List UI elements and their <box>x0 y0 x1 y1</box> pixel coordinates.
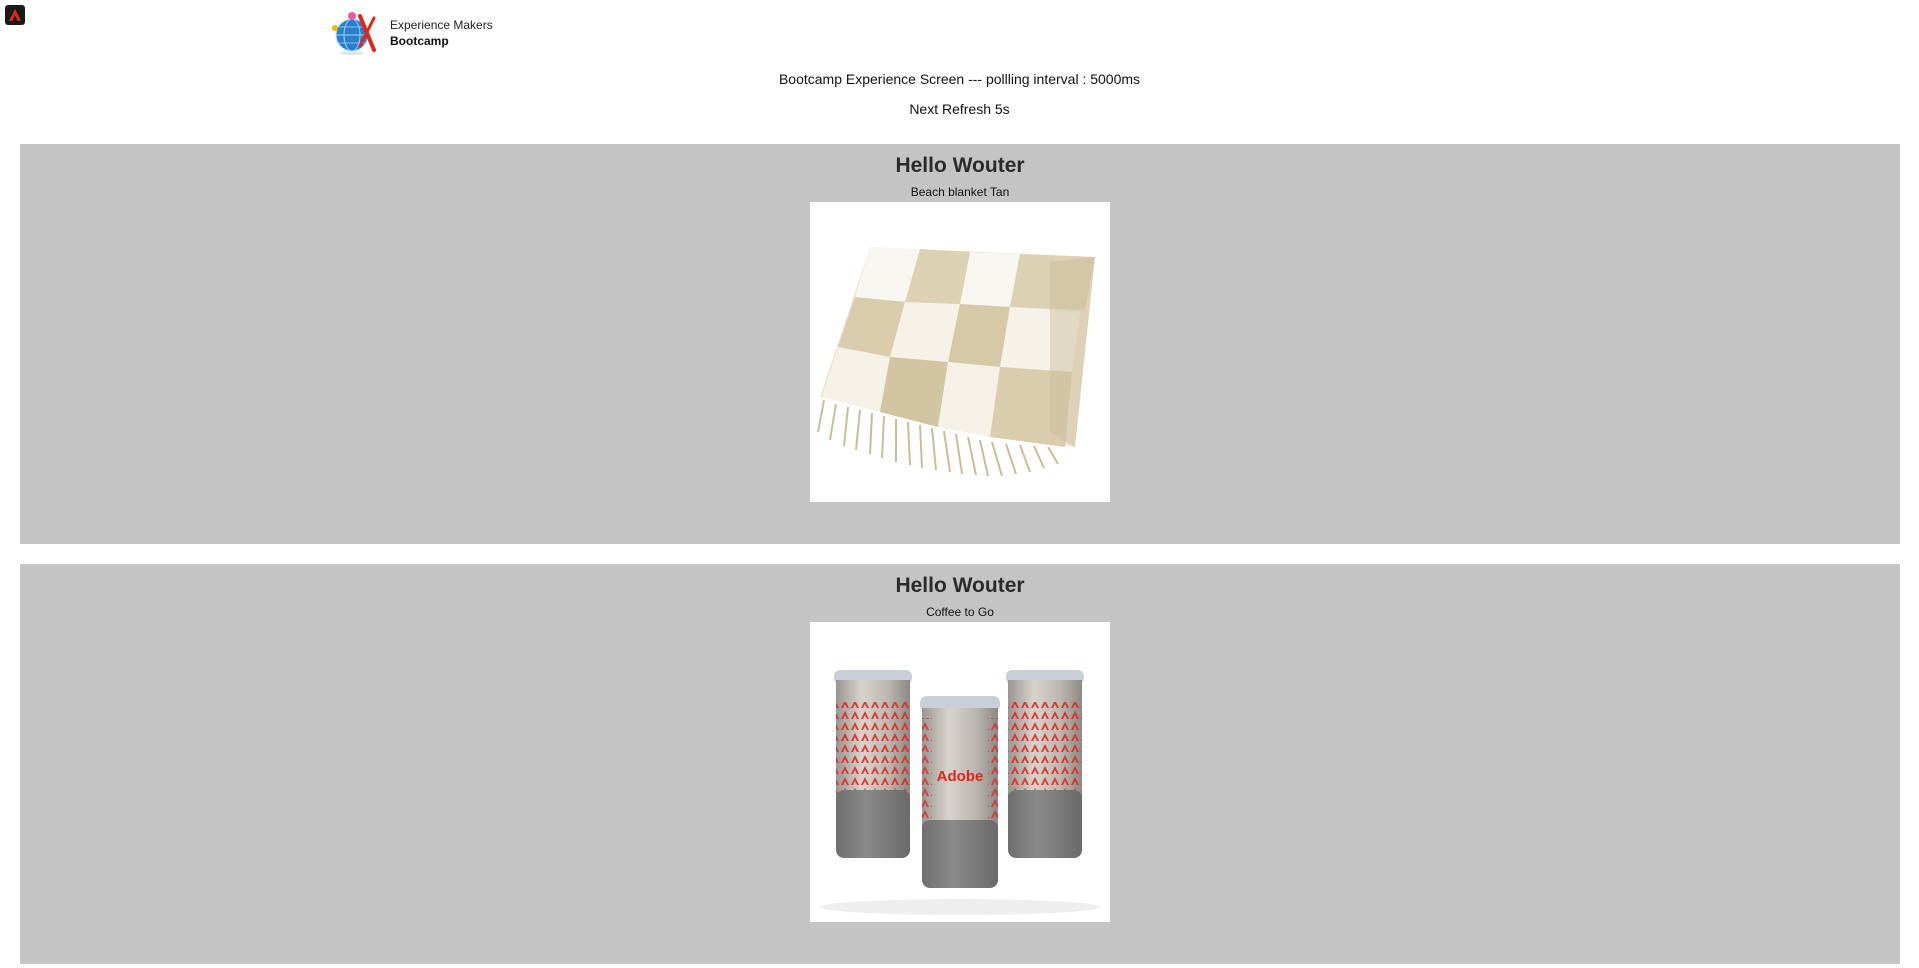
offer-card: Hello Wouter Beach blanket Tan <box>20 144 1900 544</box>
card-greeting: Hello Wouter <box>895 574 1025 597</box>
card-product-name: Beach blanket Tan <box>910 185 1010 199</box>
card-product-name: Coffee to Go <box>926 605 994 619</box>
offer-card: Hello Wouter Coffee to Go Adobe <box>20 564 1900 964</box>
polling-status-text: Bootcamp Experience Screen --- pollling … <box>778 71 1141 87</box>
globe-logo-icon <box>330 10 378 56</box>
beach-blanket-image <box>810 202 1110 502</box>
brand-title-line1: Experience Makers <box>390 18 493 32</box>
brand-header: Experience Makers Bootcamp <box>330 10 493 56</box>
page: Experience Makers Bootcamp Bootcamp Expe… <box>0 0 1919 968</box>
card-greeting: Hello Wouter <box>895 154 1025 177</box>
next-refresh-text: Next Refresh 5s <box>909 101 1010 117</box>
brand-title-line2: Bootcamp <box>390 34 449 48</box>
adobe-app-icon[interactable] <box>5 5 25 25</box>
adobe-brand-text: Adobe <box>937 768 984 785</box>
coffee-tumblers-image: Adobe <box>810 622 1110 922</box>
